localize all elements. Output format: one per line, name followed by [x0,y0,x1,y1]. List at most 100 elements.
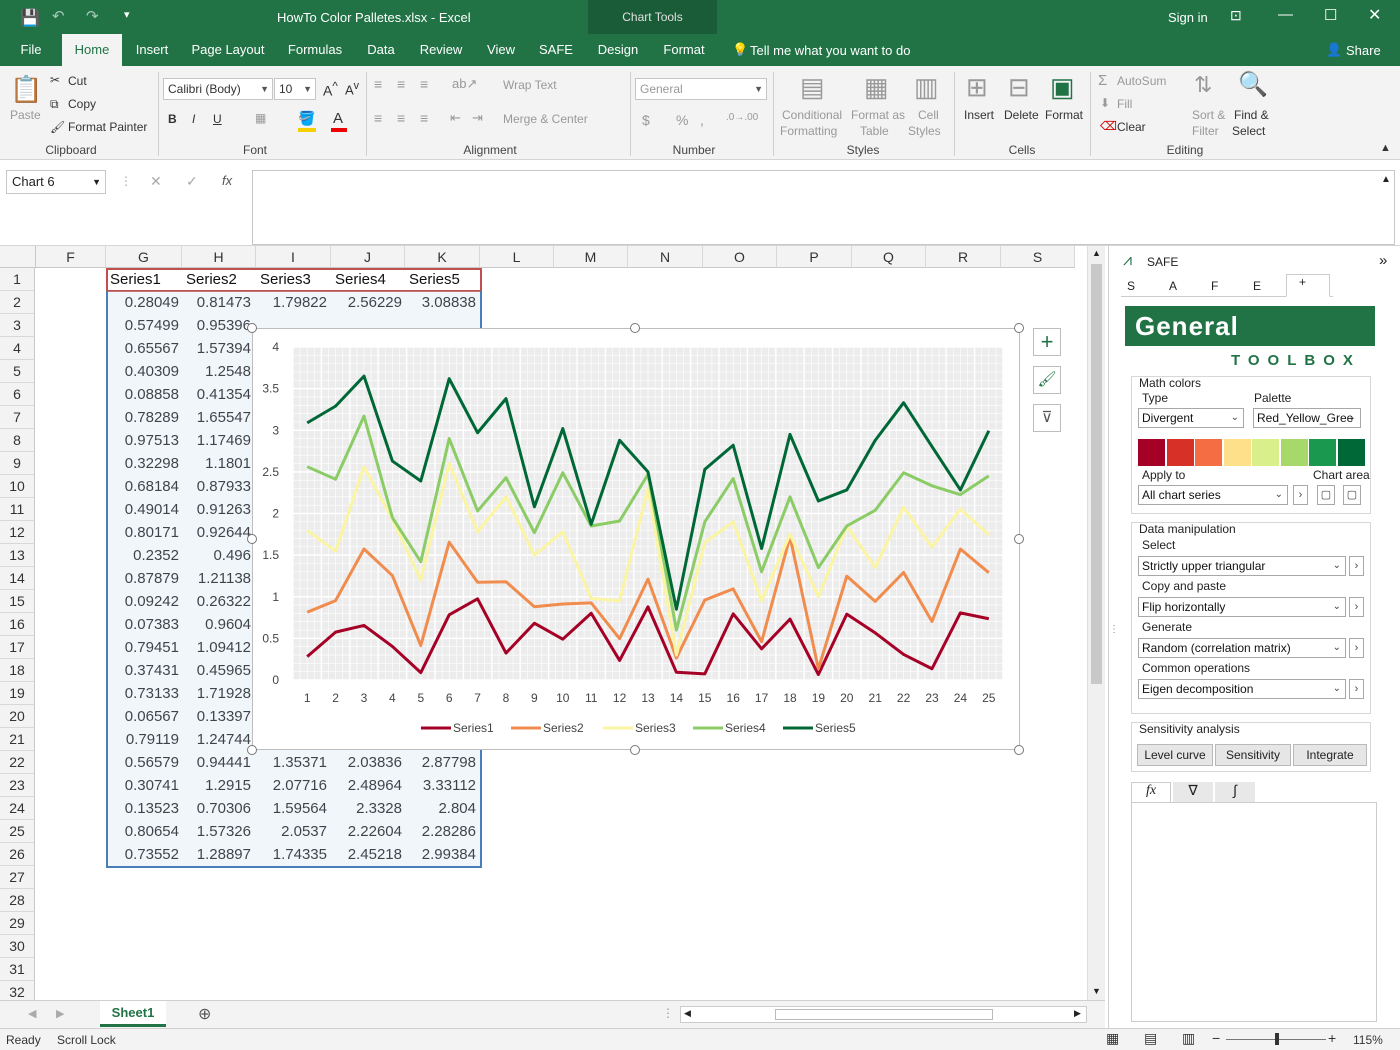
zoom-level[interactable]: 115% [1353,1033,1383,1047]
bold-button[interactable]: B [168,112,177,126]
resize-handle[interactable] [247,323,257,333]
h-scroll-thumb[interactable] [775,1009,993,1020]
type-select[interactable]: Divergent ⌄ [1138,408,1244,428]
grow-font-icon[interactable]: A^ [323,80,338,99]
chart-area-box-1[interactable]: ▢ [1317,485,1335,505]
worksheet-grid[interactable]: FGHIJKLMNOPQRS 1 2 3 4 5 6 7 8 9 10 11 12 13 14 15 16 17… [0,246,1105,1000]
palette-swatch[interactable] [1337,439,1365,466]
fx-tab[interactable]: fx [1131,782,1171,802]
select-combo[interactable]: Strictly upper triangular ⌄ [1138,556,1346,576]
paste-icon[interactable]: 📋 [10,74,42,105]
row-header-12[interactable]: 12 [0,521,35,544]
tab-design[interactable]: Design [594,34,642,66]
format-cells-button[interactable]: Format [1045,108,1083,122]
copy-paste-run-button[interactable]: › [1349,597,1364,617]
column-header-l[interactable]: L [480,246,554,268]
maximize-icon[interactable]: ☐ [1324,6,1337,24]
row-header-20[interactable]: 20 [0,705,35,728]
copy-paste-combo[interactable]: Flip horizontally ⌄ [1138,597,1346,617]
scroll-down-icon[interactable]: ▼ [1092,986,1101,996]
resize-handle[interactable] [1014,745,1024,755]
tab-format[interactable]: Format [658,34,710,66]
tab-review[interactable]: Review [414,34,468,66]
increase-indent-icon[interactable]: ⇥ [472,110,483,126]
resize-handle[interactable] [247,534,257,544]
align-right-icon[interactable]: ≡ [420,110,428,126]
safe-tab-plus[interactable]: + [1286,274,1330,297]
safe-tab-s[interactable]: S [1127,279,1135,293]
fill-icon[interactable]: ⬇ [1100,96,1110,110]
insert-cells-icon[interactable]: ⊞ [966,72,988,103]
column-header-j[interactable]: J [331,246,405,268]
copy-icon[interactable]: ⧉ [50,97,59,112]
palette-swatch[interactable] [1166,439,1194,466]
fill-color-icon[interactable]: 🪣 [298,110,315,127]
currency-button[interactable]: $ [642,112,650,128]
row-header-7[interactable]: 7 [0,406,35,429]
row-header-24[interactable]: 24 [0,797,35,820]
page-break-view-icon[interactable]: ▥ [1182,1030,1195,1047]
select-all-corner[interactable] [0,246,36,268]
row-header-1[interactable]: 1 [0,268,35,291]
row-header-9[interactable]: 9 [0,452,35,475]
generate-combo[interactable]: Random (correlation matrix) ⌄ [1138,638,1346,658]
resize-handle[interactable] [1014,534,1024,544]
cancel-icon[interactable]: ✕ [150,173,162,190]
zoom-in-icon[interactable]: + [1328,1030,1336,1046]
tab-page-layout[interactable]: Page Layout [188,34,268,66]
paste-button[interactable]: Paste [10,108,41,122]
resize-handle[interactable] [1014,323,1024,333]
level-curve-button[interactable]: Level curve [1137,744,1213,766]
palette-swatch[interactable] [1280,439,1308,466]
tab-home[interactable]: Home [62,34,122,66]
apply-to-select[interactable]: All chart series ⌄ [1138,485,1288,505]
font-size-combo[interactable]: 10 ▼ [274,78,316,100]
row-header-13[interactable]: 13 [0,544,35,567]
sensitivity-button[interactable]: Sensitivity [1215,744,1291,766]
new-sheet-icon[interactable]: ⊕ [198,1004,211,1024]
column-header-m[interactable]: M [554,246,628,268]
sort-filter-icon[interactable]: ⇅ [1194,72,1212,98]
safe-tab-f[interactable]: F [1211,279,1218,293]
clear-button[interactable]: Clear [1117,120,1146,134]
row-header-25[interactable]: 25 [0,820,35,843]
format-painter-icon[interactable]: 🖌 [50,120,65,134]
minimize-icon[interactable]: — [1278,6,1293,23]
row-header-26[interactable]: 26 [0,843,35,866]
percent-button[interactable]: % [676,112,688,128]
format-as-table-icon[interactable]: ▦ [864,72,889,103]
align-top-icon[interactable]: ≡ [374,76,382,92]
row-header-3[interactable]: 3 [0,314,35,337]
row-header-2[interactable]: 2 [0,291,35,314]
column-header-o[interactable]: O [703,246,777,268]
find-select-icon[interactable]: 🔍 [1238,70,1268,99]
column-header-f[interactable]: F [36,246,106,268]
common-ops-run-button[interactable]: › [1349,679,1364,699]
shrink-font-icon[interactable]: Av [345,80,359,97]
align-middle-icon[interactable]: ≡ [397,76,405,92]
row-header-19[interactable]: 19 [0,682,35,705]
cut-icon[interactable]: ✂ [50,73,60,87]
row-header-30[interactable]: 30 [0,935,35,958]
row-header-11[interactable]: 11 [0,498,35,521]
insert-cells-button[interactable]: Insert [964,108,994,122]
sign-in-link[interactable]: Sign in [1168,10,1208,25]
close-icon[interactable]: ✕ [1368,5,1381,25]
tab-view[interactable]: View [480,34,522,66]
format-cells-icon[interactable]: ▣ [1050,72,1075,103]
font-name-combo[interactable]: Calibri (Body) ▼ [163,78,273,100]
splitter-icon[interactable]: ⋮ [662,1006,674,1020]
row-header-29[interactable]: 29 [0,912,35,935]
scroll-thumb[interactable] [1091,264,1102,684]
line-chart[interactable]: 0 0.5 1 1.5 2 2.5 3 3.5 4 1 2 3 4 5 6 7 8 9 10 11 12 13 14 15 16… [252,328,1020,750]
palette-swatch[interactable] [1252,439,1279,466]
palette-swatches[interactable] [1138,439,1366,466]
row-header-17[interactable]: 17 [0,636,35,659]
select-run-button[interactable]: › [1349,556,1364,576]
delete-cells-icon[interactable]: ⊟ [1008,72,1030,103]
scroll-left-icon[interactable]: ◀ [684,1008,691,1019]
safe-tab-e[interactable]: E [1253,279,1261,293]
conditional-formatting-icon[interactable]: ▤ [800,72,825,103]
row-header-15[interactable]: 15 [0,590,35,613]
scroll-up-icon[interactable]: ▲ [1092,248,1101,258]
